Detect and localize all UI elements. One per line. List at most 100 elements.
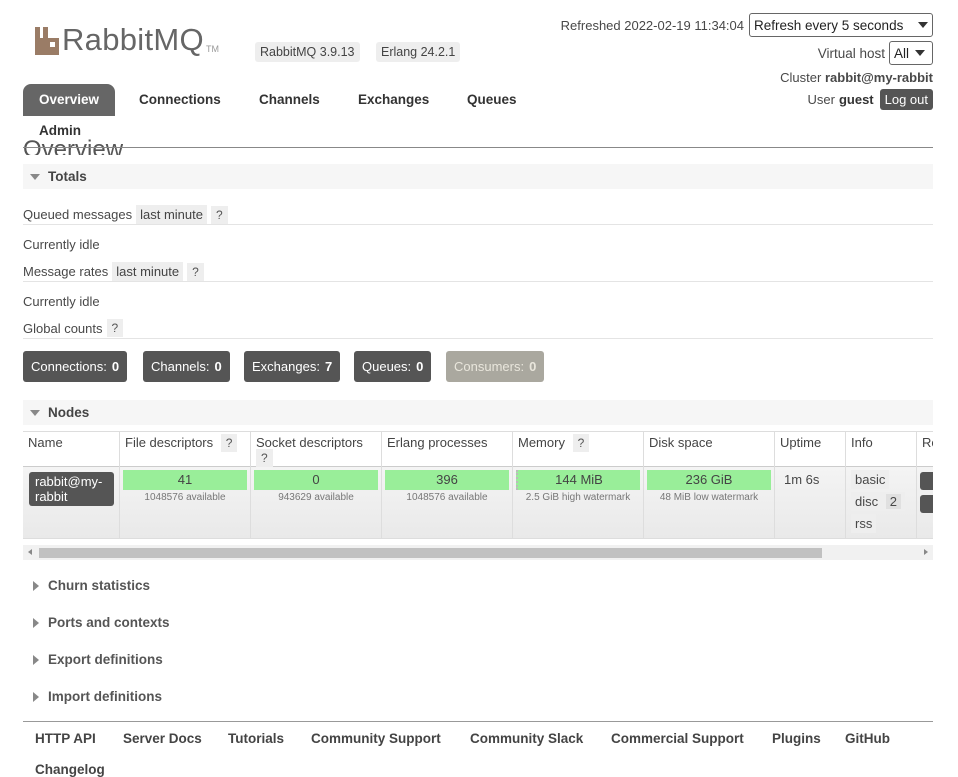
consumers-count-button[interactable]: Consumers: 0 — [446, 351, 545, 382]
queued-range-select[interactable]: last minute — [136, 205, 207, 224]
help-button[interactable]: ? — [256, 449, 273, 467]
socket-descriptors-cell: 0 943629 available — [251, 467, 382, 539]
queued-messages-row: Queued messages last minute ? — [23, 205, 228, 224]
memory-bar: 144 MiB — [516, 470, 640, 490]
rabbit-logo-icon — [33, 27, 59, 55]
footer-link-community-slack[interactable]: Community Slack — [470, 731, 583, 746]
logout-button[interactable]: Log out — [879, 89, 933, 110]
triangle-right-icon — [33, 691, 39, 702]
queued-status: Currently idle — [23, 237, 100, 252]
info-rss-tag: rss — [851, 514, 877, 533]
tab-queues[interactable]: Queues — [451, 84, 533, 116]
erlang-processes-available: 1048576 available — [406, 492, 488, 503]
info-disc-tag: disc 2 — [851, 492, 905, 511]
erlang-processes-cell: 396 1048576 available — [382, 467, 513, 539]
churn-statistics-section[interactable]: Churn statistics — [23, 578, 150, 593]
count-label: Consumers: — [454, 359, 525, 374]
footer-link-plugins[interactable]: Plugins — [772, 731, 821, 746]
triangle-right-icon — [33, 617, 39, 628]
import-definitions-section[interactable]: Import definitions — [23, 689, 162, 704]
count-value: 0 — [214, 359, 222, 374]
message-rates-row: Message rates last minute ? — [23, 262, 204, 281]
count-label: Queues: — [362, 359, 412, 374]
scroll-left-icon[interactable] — [28, 549, 32, 555]
footer-link-commercial-support[interactable]: Commercial Support — [611, 731, 744, 746]
horizontal-scrollbar[interactable] — [23, 545, 933, 560]
message-rates-label: Message rates — [23, 264, 109, 279]
nodes-section-header[interactable]: Nodes — [23, 400, 933, 425]
divider — [23, 224, 933, 225]
column-label: Name — [28, 435, 63, 450]
user-label: User — [807, 92, 835, 107]
column-label: Re — [922, 435, 933, 450]
nodes-table: Name File descriptors ? Socket descripto… — [23, 431, 933, 539]
erlang-processes-bar: 396 — [385, 470, 509, 490]
footer-link-github[interactable]: GitHub — [845, 731, 890, 746]
ports-and-contexts-section[interactable]: Ports and contexts — [23, 615, 170, 630]
section-title: Import definitions — [48, 689, 162, 704]
count-label: Exchanges: — [252, 359, 320, 374]
help-button[interactable]: ? — [572, 434, 590, 452]
uptime-cell: 1m 6s — [775, 467, 846, 539]
triangle-down-icon — [30, 173, 40, 180]
triangle-right-icon — [33, 654, 39, 665]
footer-link-http-api[interactable]: HTTP API — [35, 731, 96, 746]
connections-count-button[interactable]: Connections: 0 — [23, 351, 128, 382]
virtual-host-label: Virtual host — [817, 46, 885, 61]
exchanges-count-button[interactable]: Exchanges: 7 — [244, 351, 341, 382]
divider — [23, 281, 933, 282]
global-counts-label: Global counts — [23, 320, 103, 336]
virtual-host-select[interactable]: All — [889, 41, 933, 65]
help-button[interactable]: ? — [106, 319, 124, 337]
divider — [23, 338, 933, 339]
scrollbar-thumb[interactable] — [39, 548, 822, 558]
tab-overview[interactable]: Overview — [23, 84, 116, 116]
info-disc-count: 2 — [885, 494, 901, 509]
export-definitions-section[interactable]: Export definitions — [23, 652, 163, 667]
refresh-interval-select[interactable]: Refresh every 5 seconds — [749, 13, 933, 37]
truncated-button[interactable] — [920, 472, 933, 490]
footer-divider — [23, 721, 933, 722]
socket-descriptors-bar: 0 — [254, 470, 378, 490]
uptime-value: 1m 6s — [784, 472, 820, 487]
column-header-info: Info — [846, 431, 917, 467]
help-button[interactable]: ? — [187, 262, 204, 281]
footer-link-community-support[interactable]: Community Support — [311, 731, 441, 746]
footer-link-changelog[interactable]: Changelog — [35, 762, 105, 777]
section-title: Export definitions — [48, 652, 163, 667]
column-label: Erlang processes — [387, 435, 488, 450]
node-name-cell: rabbit@my-rabbit — [23, 467, 120, 539]
truncated-button[interactable] — [920, 495, 933, 513]
section-title: Churn statistics — [48, 578, 151, 593]
cluster-info: Cluster rabbit@my-rabbit — [780, 70, 933, 85]
info-cell: basic disc 2 rss — [846, 467, 917, 539]
totals-title: Totals — [48, 169, 87, 184]
disk-watermark: 48 MiB low watermark — [659, 492, 759, 503]
truncated-cell — [917, 467, 933, 539]
disk-space-cell: 236 GiB 48 MiB low watermark — [644, 467, 775, 539]
rates-range-select[interactable]: last minute — [112, 262, 184, 281]
column-label: File descriptors — [125, 435, 214, 450]
column-header-name: Name — [23, 431, 120, 467]
footer-link-tutorials[interactable]: Tutorials — [228, 731, 284, 746]
rabbitmq-logo: RabbitMQ TM — [33, 24, 219, 55]
tab-exchanges[interactable]: Exchanges — [342, 84, 445, 116]
channels-count-button[interactable]: Channels: 0 — [143, 351, 230, 382]
file-descriptors-available: 1048576 available — [144, 492, 226, 503]
tab-divider — [23, 147, 933, 148]
node-name-link[interactable]: rabbit@my-rabbit — [29, 472, 114, 506]
footer-link-server-docs[interactable]: Server Docs — [123, 731, 202, 746]
totals-section-header[interactable]: Totals — [23, 164, 933, 189]
tab-channels[interactable]: Channels — [243, 84, 336, 116]
count-value: 7 — [324, 359, 333, 374]
file-descriptors-bar: 41 — [123, 470, 247, 490]
refreshed-timestamp: Refreshed 2022-02-19 11:34:04 — [560, 18, 744, 33]
help-button[interactable]: ? — [220, 434, 238, 452]
info-basic-tag: basic — [851, 470, 890, 489]
queues-count-button[interactable]: Queues: 0 — [354, 351, 432, 382]
help-button[interactable]: ? — [211, 205, 228, 224]
count-value: 0 — [111, 359, 120, 374]
scroll-right-icon[interactable] — [924, 549, 928, 555]
tab-connections[interactable]: Connections — [123, 84, 237, 116]
column-label: Socket descriptors — [256, 435, 363, 450]
